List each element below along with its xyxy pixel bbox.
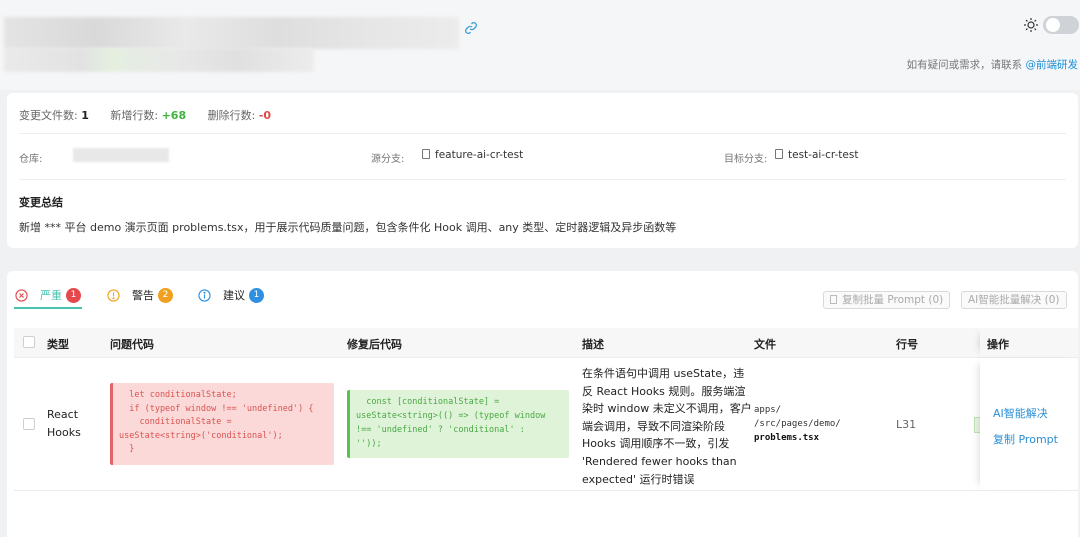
page-header: 如有疑问或需求，请联系 @前端研发 (0, 0, 1080, 90)
tab-critical-count: 1 (66, 287, 81, 303)
row-type: React Hooks (47, 408, 81, 439)
contact-link[interactable]: @前端研发 (1026, 59, 1079, 71)
source-branch-value: feature-ai-cr-test (435, 149, 524, 161)
link-icon[interactable] (464, 21, 478, 35)
ai-bulk-resolve-label: AI智能批量解决 (0) (968, 294, 1060, 306)
col-type[interactable]: 类型 (47, 336, 69, 352)
copy-icon[interactable] (422, 149, 430, 159)
row-line-number: L31 (896, 418, 917, 431)
theme-toggle[interactable] (1043, 16, 1079, 34)
row-actions: AI智能解决 复制 Prompt (980, 358, 1078, 490)
copy-icon (830, 295, 837, 304)
ai-bulk-resolve-button[interactable]: AI智能批量解决 (0) (961, 291, 1067, 309)
page-title-redacted (4, 17, 459, 49)
page-subtitle-redacted (4, 48, 314, 72)
tab-critical-label: 严重 (40, 289, 62, 302)
target-branch-value: test-ai-cr-test (788, 149, 859, 161)
repo-label: 仓库: (19, 154, 43, 165)
added-lines-label: 新增行数: (110, 109, 159, 122)
file-name: problems.tsx (754, 433, 820, 443)
divider (19, 179, 1066, 180)
repo-name-redacted (73, 148, 169, 162)
change-info-card: 变更文件数: 1 新增行数: +68 删除行数: -0 仓库: 源分支: fea… (7, 93, 1078, 248)
tab-warning[interactable]: 警告 2 (107, 285, 173, 305)
table-row: React Hooks let conditionalState; if (ty… (14, 358, 1078, 491)
select-all-checkbox[interactable] (23, 336, 35, 348)
col-action[interactable]: 操作 (987, 336, 1009, 352)
deleted-lines-label: 删除行数: (207, 109, 256, 122)
summary-title: 变更总结 (19, 196, 63, 209)
added-lines-value: +68 (161, 109, 187, 122)
tab-suggestion[interactable]: 建议 1 (198, 285, 264, 305)
copy-icon[interactable] (775, 149, 783, 159)
row-description: 在条件语句中调用 useState，违反 React Hooks 规则。服务端渲… (582, 367, 752, 486)
row-file: apps/ /src/pages/demo/ problems.tsx (754, 403, 841, 445)
info-circle-icon (198, 288, 211, 302)
target-branch-label: 目标分支: (724, 154, 768, 165)
summary-text: 新增 *** 平台 demo 演示页面 problems.tsx，用于展示代码质… (19, 221, 677, 234)
error-circle-icon (15, 288, 28, 302)
changed-files-stat: 变更文件数: 1 (19, 109, 89, 122)
contact-text: 如有疑问或需求，请联系 @前端研发 (907, 57, 1078, 72)
col-description[interactable]: 描述 (582, 336, 604, 352)
changed-files-label: 变更文件数: (19, 109, 78, 122)
problem-code-block: let conditionalState; if (typeof window … (110, 383, 334, 465)
tab-suggestion-count: 1 (249, 287, 264, 303)
tab-warning-count: 2 (158, 287, 173, 303)
deleted-lines-stat: 删除行数: -0 (208, 109, 271, 122)
tab-suggestion-label: 建议 (223, 289, 245, 302)
changed-files-value: 1 (81, 109, 89, 122)
target-branch[interactable]: test-ai-cr-test (775, 149, 858, 161)
tab-warning-label: 警告 (132, 289, 154, 302)
action-col-header: 操作 (980, 328, 1078, 357)
copy-bulk-prompt-button[interactable]: 复制批量 Prompt (0) (823, 291, 951, 309)
col-fixed-code[interactable]: 修复后代码 (347, 336, 402, 352)
change-stats: 变更文件数: 1 新增行数: +68 删除行数: -0 (19, 107, 289, 123)
fixed-code-block: const [conditionalState] = useState<stri… (347, 390, 569, 458)
source-branch[interactable]: feature-ai-cr-test (422, 149, 523, 161)
table-header: 类型 问题代码 修复后代码 描述 文件 行号 操作 (14, 328, 1078, 358)
ai-resolve-link[interactable]: AI智能解决 (993, 405, 1048, 421)
tab-critical[interactable]: 严重 1 (15, 285, 81, 305)
deleted-lines-value: -0 (258, 109, 272, 122)
copy-prompt-link[interactable]: 复制 Prompt (993, 431, 1058, 447)
col-problem-code[interactable]: 问题代码 (110, 336, 154, 352)
source-branch-label: 源分支: (371, 154, 405, 165)
file-path: apps/ /src/pages/demo/ (754, 405, 841, 429)
col-line[interactable]: 行号 (896, 336, 918, 352)
added-lines-stat: 新增行数: +68 (110, 109, 186, 122)
sun-icon[interactable] (1023, 17, 1039, 33)
copy-bulk-prompt-label: 复制批量 Prompt (0) (842, 294, 944, 306)
issues-panel: 严重 1 警告 2 建议 1 复制批量 Prompt (0) AI智能批量解决 … (7, 271, 1078, 537)
active-tab-indicator (14, 307, 82, 309)
divider (19, 133, 1066, 134)
contact-label: 如有疑问或需求，请联系 (906, 59, 1026, 71)
row-checkbox[interactable] (23, 418, 35, 430)
warning-circle-icon (107, 288, 120, 302)
col-file[interactable]: 文件 (754, 336, 776, 352)
